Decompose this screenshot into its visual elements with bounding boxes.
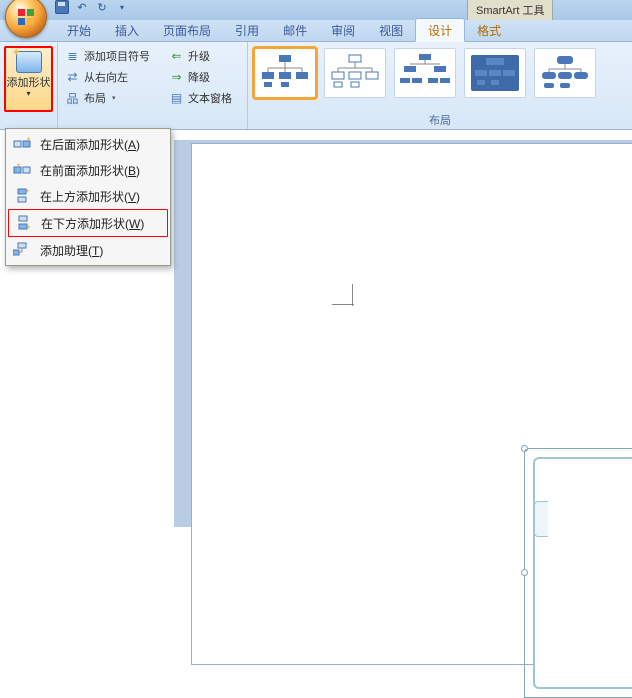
tab-view[interactable]: 视图 (367, 19, 415, 41)
context-tab-title: SmartArt 工具 (467, 0, 553, 20)
add-shape-dropdown: ✦ 在后面添加形状(A) ✦ 在前面添加形状(B) ✦ 在上方添加形状(V) ✦… (5, 128, 171, 266)
menu-add-after-label: 在后面添加形状(A) (40, 136, 140, 153)
menu-add-above-label: 在上方添加形状(V) (40, 188, 140, 205)
tab-home[interactable]: 开始 (55, 19, 103, 41)
layout-thumb-3[interactable] (394, 48, 456, 98)
tab-review[interactable]: 审阅 (319, 19, 367, 41)
text-pane-toggle[interactable] (534, 501, 548, 537)
add-bullet-button[interactable]: ≣ 添加项目符号 (62, 47, 158, 65)
text-pane-button[interactable]: ▤ 文本窗格 (166, 89, 243, 107)
layout-thumb-2[interactable] (324, 48, 386, 98)
layout-small-icon: 品 (65, 91, 80, 106)
menu-add-before-label: 在前面添加形状(B) (40, 162, 140, 179)
qat-customize-icon[interactable]: ▾ (115, 0, 129, 14)
menu-add-after[interactable]: ✦ 在后面添加形状(A) (8, 131, 168, 157)
add-bullet-label: 添加项目符号 (84, 48, 150, 64)
undo-icon[interactable]: ↶ (75, 0, 89, 14)
tab-insert[interactable]: 插入 (103, 19, 151, 41)
promote-label: 升级 (188, 48, 210, 64)
tab-design[interactable]: 设计 (415, 18, 465, 42)
demote-label: 降级 (188, 69, 210, 85)
document-background: [ [文 (174, 140, 632, 527)
demote-icon: ⇒ (169, 70, 184, 85)
redo-icon[interactable]: ↻ (95, 0, 109, 14)
add-assistant-icon (12, 241, 32, 259)
smartart-canvas[interactable]: [ [文 (533, 457, 632, 689)
layout-thumb-4[interactable] (464, 48, 526, 98)
promote-icon: ⇐ (169, 49, 184, 64)
layout-thumb-1[interactable] (254, 48, 316, 98)
menu-add-below[interactable]: ✦ 在下方添加形状(W) (8, 209, 168, 237)
add-shape-icon (16, 51, 42, 73)
menu-add-above[interactable]: ✦ 在上方添加形状(V) (8, 183, 168, 209)
chevron-down-icon: ▾ (112, 94, 116, 102)
menu-add-assistant[interactable]: 添加助理(T) (8, 237, 168, 263)
save-icon[interactable] (55, 0, 69, 14)
smartart-selection-frame[interactable]: [ [文 (524, 448, 632, 698)
svg-text:✦: ✦ (26, 224, 31, 231)
text-pane-label: 文本窗格 (188, 90, 232, 106)
tab-format[interactable]: 格式 (465, 19, 513, 41)
layout-button[interactable]: 品 布局 ▾ (62, 89, 158, 107)
promote-button[interactable]: ⇐ 升级 (166, 47, 243, 65)
tab-mailings[interactable]: 邮件 (271, 19, 319, 41)
add-before-icon: ✦ (12, 161, 32, 179)
text-pane-icon: ▤ (169, 91, 184, 106)
svg-text:✦: ✦ (26, 137, 31, 143)
add-shape-label: 添加形状 (7, 77, 51, 89)
right-to-left-label: 从右向左 (84, 69, 128, 85)
tab-references[interactable]: 引用 (223, 19, 271, 41)
right-to-left-button[interactable]: ⇄ 从右向左 (62, 68, 158, 86)
add-after-icon: ✦ (12, 135, 32, 153)
svg-text:✦: ✦ (16, 163, 21, 169)
menu-add-assistant-label: 添加助理(T) (40, 242, 103, 259)
layouts-group-label: 布局 (248, 112, 632, 128)
demote-button[interactable]: ⇒ 降级 (166, 68, 243, 86)
add-below-icon: ✦ (13, 214, 33, 232)
layout-small-label: 布局 (84, 90, 106, 106)
add-shape-button[interactable]: 添加形状 ▾ (4, 46, 53, 112)
title-bar: ↶ ↻ ▾ SmartArt 工具 (0, 0, 632, 20)
menu-add-before[interactable]: ✦ 在前面添加形状(B) (8, 157, 168, 183)
margin-corner-marker (332, 284, 354, 306)
chevron-down-icon: ▾ (26, 89, 30, 98)
tab-page-layout[interactable]: 页面布局 (151, 19, 223, 41)
bullet-icon: ≣ (65, 49, 80, 64)
rtl-icon: ⇄ (65, 70, 80, 85)
layout-thumb-5[interactable] (534, 48, 596, 98)
svg-text:✦: ✦ (25, 188, 30, 195)
ribbon: 添加形状 ▾ ≣ 添加项目符号 ⇄ 从右向左 品 布局 ▾ ⇐ 升 (0, 42, 632, 130)
add-above-icon: ✦ (12, 187, 32, 205)
ribbon-tabs: 开始 插入 页面布局 引用 邮件 审阅 视图 设计 格式 (0, 20, 632, 42)
menu-add-below-label: 在下方添加形状(W) (41, 215, 144, 232)
